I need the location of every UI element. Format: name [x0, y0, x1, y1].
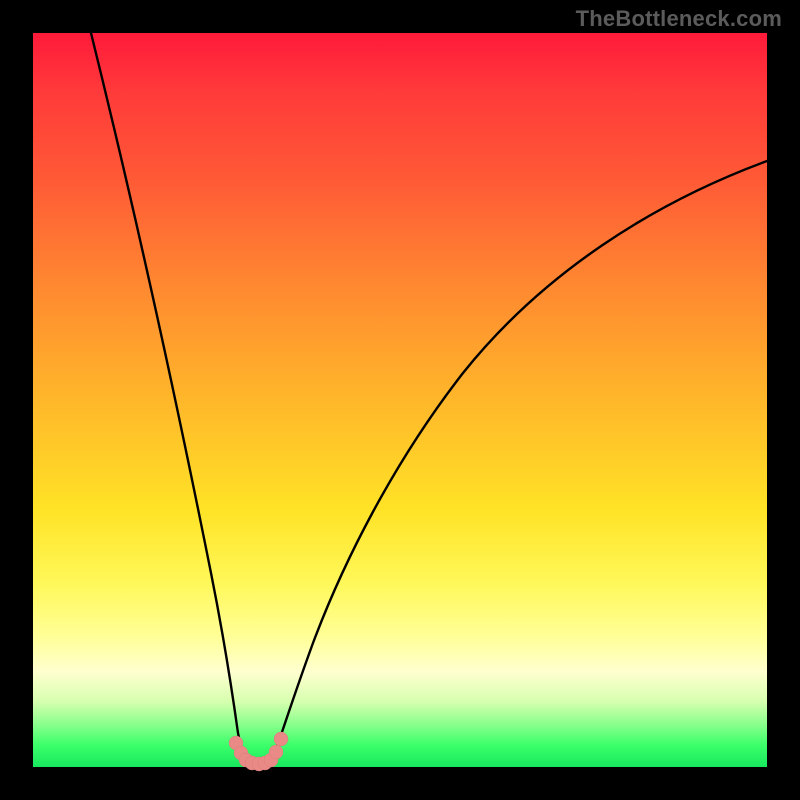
- chart-frame: TheBottleneck.com: [0, 0, 800, 800]
- curve-layer: [33, 33, 767, 767]
- curve-left-arm: [91, 33, 247, 763]
- watermark-text: TheBottleneck.com: [576, 6, 782, 32]
- trough-markers-group: [229, 732, 288, 771]
- trough-marker: [274, 732, 288, 746]
- trough-marker: [269, 745, 283, 759]
- curve-right-arm: [271, 161, 767, 763]
